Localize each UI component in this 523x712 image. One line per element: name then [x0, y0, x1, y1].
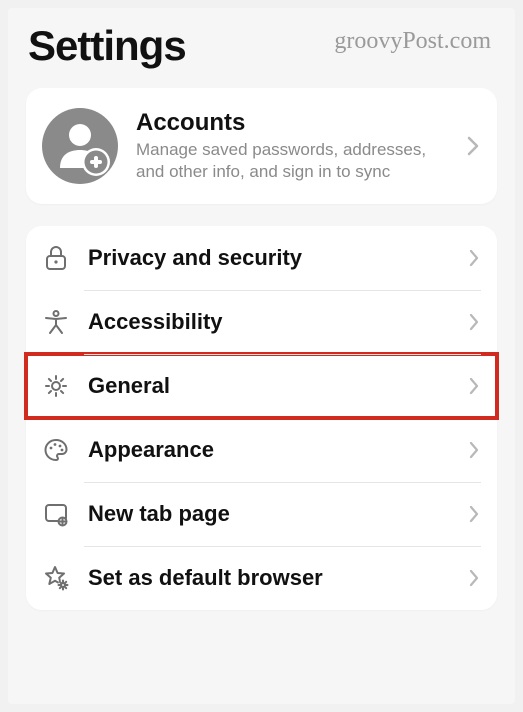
accounts-row[interactable]: Accounts Manage saved passwords, address…	[26, 88, 497, 204]
menu-item-label: Appearance	[88, 437, 451, 463]
chevron-right-icon	[469, 569, 479, 587]
accounts-text: Accounts Manage saved passwords, address…	[136, 109, 449, 183]
gear-icon	[42, 372, 70, 400]
menu-item-default-browser[interactable]: Set as default browser	[26, 546, 497, 610]
menu-item-label: Accessibility	[88, 309, 451, 335]
menu-item-label: General	[88, 373, 451, 399]
chevron-right-icon	[469, 377, 479, 395]
accounts-card: Accounts Manage saved passwords, address…	[26, 88, 497, 204]
menu-item-general[interactable]: General	[26, 354, 497, 418]
watermark-text: groovyPost.com	[334, 28, 491, 55]
menu-item-privacy[interactable]: Privacy and security	[26, 226, 497, 290]
accessibility-icon	[42, 308, 70, 336]
accounts-title: Accounts	[136, 109, 449, 137]
menu-item-appearance[interactable]: Appearance	[26, 418, 497, 482]
chevron-right-icon	[469, 249, 479, 267]
lock-icon	[42, 244, 70, 272]
menu-item-label: Privacy and security	[88, 245, 451, 271]
page-title: Settings	[28, 22, 186, 70]
star-gear-icon	[42, 564, 70, 592]
page-header: Settings groovyPost.com	[26, 18, 497, 88]
avatar-add-icon	[42, 108, 118, 184]
menu-item-accessibility[interactable]: Accessibility	[26, 290, 497, 354]
chevron-right-icon	[469, 505, 479, 523]
accounts-subtitle: Manage saved passwords, addresses, and o…	[136, 139, 449, 183]
chevron-right-icon	[469, 313, 479, 331]
chevron-right-icon	[467, 136, 479, 156]
menu-item-newtab[interactable]: New tab page	[26, 482, 497, 546]
settings-list: Privacy and security Accessibility	[26, 226, 497, 610]
chevron-right-icon	[469, 441, 479, 459]
menu-item-label: Set as default browser	[88, 565, 451, 591]
palette-icon	[42, 436, 70, 464]
new-tab-icon	[42, 500, 70, 528]
menu-item-label: New tab page	[88, 501, 451, 527]
